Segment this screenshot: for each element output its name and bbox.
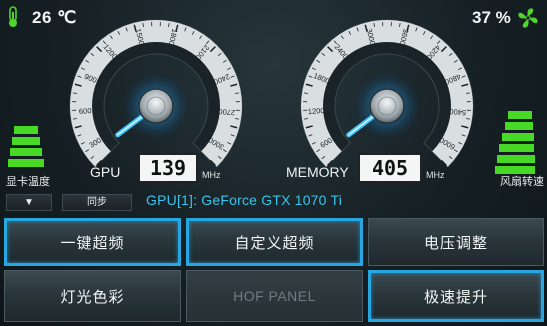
temperature-label: 显卡温度 <box>6 176 50 188</box>
gpu-tick-label: 2700 <box>218 107 235 117</box>
fan-level-bars <box>494 111 540 177</box>
gpu-hub <box>138 88 174 124</box>
memory-hub <box>369 88 405 124</box>
chevron-down-icon: ▼ <box>24 197 34 208</box>
temperature-level-bars <box>8 126 48 176</box>
memory-unit: MHz <box>426 170 445 180</box>
gpu-name-label: GPU[1]: GeForce GTX 1070 Ti <box>146 192 343 208</box>
gpu-tick-label: 600 <box>79 106 92 116</box>
gpu-clock-readout: 139 <box>138 153 198 183</box>
gpu-label: GPU <box>90 164 121 180</box>
lighting-color-button[interactable]: 灯光色彩 <box>4 270 181 322</box>
fan-speed-label: 风扇转速 <box>500 176 544 188</box>
gpu-select-dropdown-button[interactable]: ▼ <box>6 194 52 211</box>
fan-speed-value: 37 % <box>472 8 511 27</box>
memory-tick-label: 1200 <box>308 106 325 116</box>
sync-button[interactable]: 同步 <box>62 194 132 211</box>
custom-overclock-button[interactable]: 自定义超频 <box>186 218 363 266</box>
speed-boost-button[interactable]: 极速提升 <box>368 270 544 322</box>
memory-label: MEMORY <box>286 164 349 180</box>
one-click-overclock-button[interactable]: 一键超频 <box>4 218 181 266</box>
gpu-unit: MHz <box>202 170 221 180</box>
app-window: 26 ℃ 37 % 显卡温度 风扇转速 300 600 900 1200 1500 180… <box>0 0 547 326</box>
memory-tick-label: 5400 <box>449 107 466 117</box>
hof-panel-button[interactable]: HOF PANEL <box>186 270 363 322</box>
voltage-adjust-button[interactable]: 电压调整 <box>368 218 544 266</box>
memory-clock-readout: 405 <box>358 153 422 183</box>
fan-icon <box>518 8 538 28</box>
thermometer-icon <box>9 6 17 27</box>
